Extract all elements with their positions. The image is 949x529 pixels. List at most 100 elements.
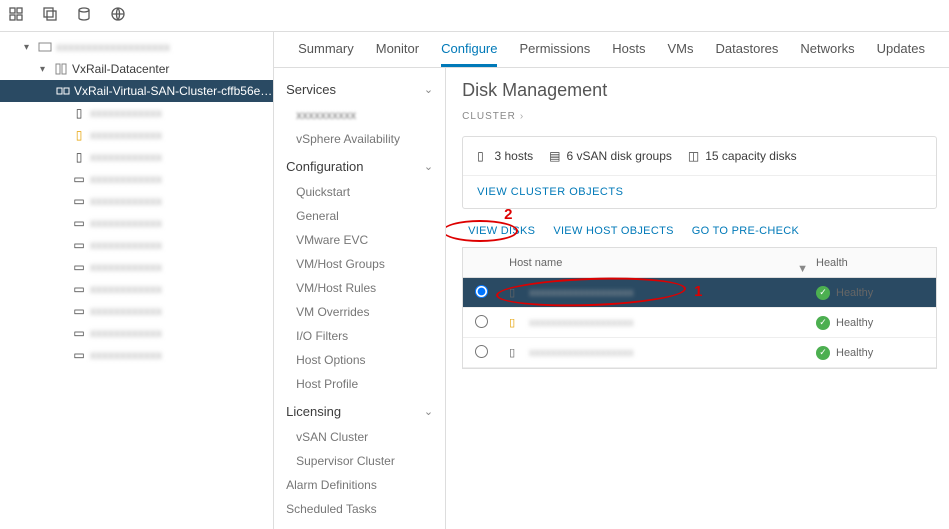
section-services[interactable]: Services⌄ [274,74,445,103]
vm-node[interactable]: ▭xxxxxxxxxxxx [0,278,273,300]
vm-icon: ▭ [72,326,86,340]
column-health[interactable]: Health [816,257,936,269]
vcenter-node[interactable]: ▾ xxxxxxxxxxxxxxxxxxx [0,36,273,58]
chevron-down-icon: ⌄ [424,405,433,418]
host-name-cell: xxxxxxxxxxxxxxxxxxx [529,317,634,329]
host-name-cell: xxxxxxxxxxxxxxxxxxx [529,347,634,359]
config-item-general[interactable]: General [274,204,445,228]
host-node[interactable]: ▯xxxxxxxxxxxx [0,146,273,168]
host-node[interactable]: ▯xxxxxxxxxxxx [0,124,273,146]
tab-networks[interactable]: Networks [800,41,854,67]
health-chip: ✓Healthy [816,346,936,360]
hosts-view-icon[interactable] [8,6,24,25]
datacenter-icon [54,62,68,76]
vcenter-icon [38,40,52,54]
row-radio[interactable] [475,315,488,328]
diskgroups-stat: ▤ 6 vSAN disk groups [549,149,672,163]
vm-icon: ▭ [72,238,86,252]
tab-hosts[interactable]: Hosts [612,41,645,67]
table-actions: VIEW DISKS VIEW HOST OBJECTS GO TO PRE-C… [462,219,949,247]
go-to-precheck-button[interactable]: GO TO PRE-CHECK [692,225,799,237]
diskgroup-icon: ▤ [549,149,563,163]
vm-node[interactable]: ▭xxxxxxxxxxxx [0,256,273,278]
object-tabs: Summary Monitor Configure Permissions Ho… [274,32,949,68]
vm-node[interactable]: ▭xxxxxxxxxxxx [0,190,273,212]
health-chip: ✓Healthy [816,316,936,330]
vm-node[interactable]: ▭xxxxxxxxxxxx [0,212,273,234]
inventory-tree[interactable]: ▾ xxxxxxxxxxxxxxxxxxx ▾ VxRail-Datacente… [0,32,274,529]
vm-icon: ▭ [72,194,86,208]
section-cluster-services[interactable]: vSphere Cluster Services⌄ [274,521,445,529]
view-disks-button[interactable]: VIEW DISKS [468,225,535,237]
view-cluster-objects-link[interactable]: VIEW CLUSTER OBJECTS [463,176,936,208]
column-host-name[interactable]: Host name▼ [499,257,816,269]
config-item-host-profile[interactable]: Host Profile [274,372,445,396]
config-item-alarm-definitions[interactable]: Alarm Definitions [274,473,445,497]
vm-icon: ▭ [72,260,86,274]
check-icon: ✓ [816,286,830,300]
check-icon: ✓ [816,346,830,360]
chevron-down-icon: ⌄ [424,160,433,173]
vm-node[interactable]: ▭xxxxxxxxxxxx [0,168,273,190]
config-item-vmhost-rules[interactable]: VM/Host Rules [274,276,445,300]
config-item-supervisor-cluster[interactable]: Supervisor Cluster [274,449,445,473]
view-host-objects-button[interactable]: VIEW HOST OBJECTS [553,225,673,237]
vm-icon: ▭ [72,172,86,186]
network-view-icon[interactable] [110,6,126,25]
host-warn-icon: ▯ [72,128,86,142]
chevron-down-icon: ⌄ [424,83,433,96]
vm-icon: ▭ [72,304,86,318]
config-item-vsphere-availability[interactable]: vSphere Availability [274,127,445,151]
config-item[interactable]: xxxxxxxxxx [274,103,445,127]
cluster-node[interactable]: VxRail-Virtual-SAN-Cluster-cffb56e2-bdd2… [0,80,273,102]
chevron-right-icon: › [520,111,524,122]
vm-icon: ▭ [72,348,86,362]
configure-sidebar[interactable]: Services⌄ xxxxxxxxxx vSphere Availabilit… [274,68,446,529]
vm-node[interactable]: ▭xxxxxxxxxxxx [0,344,273,366]
vm-node[interactable]: ▭xxxxxxxxxxxx [0,322,273,344]
config-item-quickstart[interactable]: Quickstart [274,180,445,204]
config-item-io-filters[interactable]: I/O Filters [274,324,445,348]
config-item-vsan-cluster[interactable]: vSAN Cluster [274,425,445,449]
host-icon: ▯ [72,106,86,120]
vm-node[interactable]: ▭xxxxxxxxxxxx [0,234,273,256]
cluster-icon [56,84,70,98]
health-chip: ✓Healthy [816,286,936,300]
section-licensing[interactable]: Licensing⌄ [274,396,445,425]
tab-monitor[interactable]: Monitor [376,41,419,67]
storage-view-icon[interactable] [76,6,92,25]
tab-permissions[interactable]: Permissions [519,41,590,67]
config-item-vmhost-groups[interactable]: VM/Host Groups [274,252,445,276]
host-icon: ▯ [509,346,523,360]
host-warn-icon: ▯ [509,316,523,330]
config-item-host-options[interactable]: Host Options [274,348,445,372]
vcenter-label: xxxxxxxxxxxxxxxxxxx [56,40,273,54]
row-radio[interactable] [475,285,488,298]
host-icon: ▯ [477,149,491,163]
row-radio[interactable] [475,345,488,358]
vm-icon: ▭ [72,282,86,296]
breadcrumb[interactable]: CLUSTER› [462,111,949,122]
tab-summary[interactable]: Summary [298,41,354,67]
tab-vms[interactable]: VMs [668,41,694,67]
summary-card: ▯ 3 hosts ▤ 6 vSAN disk groups ◫ 15 capa… [462,136,937,209]
host-node[interactable]: ▯xxxxxxxxxxxx [0,102,273,124]
tab-datastores[interactable]: Datastores [716,41,779,67]
tab-updates[interactable]: Updates [877,41,925,67]
hosts-stat: ▯ 3 hosts [477,149,533,163]
config-item-vm-overrides[interactable]: VM Overrides [274,300,445,324]
vms-view-icon[interactable] [42,6,58,25]
host-name-cell: xxxxxxxxxxxxxxxxxxx [529,287,634,299]
disk-management-panel: Disk Management CLUSTER› ▯ 3 hosts ▤ 6 v… [446,68,949,529]
table-row[interactable]: ▯ xxxxxxxxxxxxxxxxxxx ✓Healthy [463,308,936,338]
config-item-evc[interactable]: VMware EVC [274,228,445,252]
filter-icon[interactable]: ▼ [797,263,808,275]
vm-node[interactable]: ▭xxxxxxxxxxxx [0,300,273,322]
datacenter-node[interactable]: ▾ VxRail-Datacenter [0,58,273,80]
tab-configure[interactable]: Configure [441,41,497,67]
table-row[interactable]: ▯ xxxxxxxxxxxxxxxxxxx ✓Healthy [463,338,936,368]
page-title: Disk Management [462,80,949,101]
table-row[interactable]: ▯xxxxxxxxxxxxxxxxxxx ✓Healthy [463,278,936,308]
section-configuration[interactable]: Configuration⌄ [274,151,445,180]
config-item-scheduled-tasks[interactable]: Scheduled Tasks [274,497,445,521]
